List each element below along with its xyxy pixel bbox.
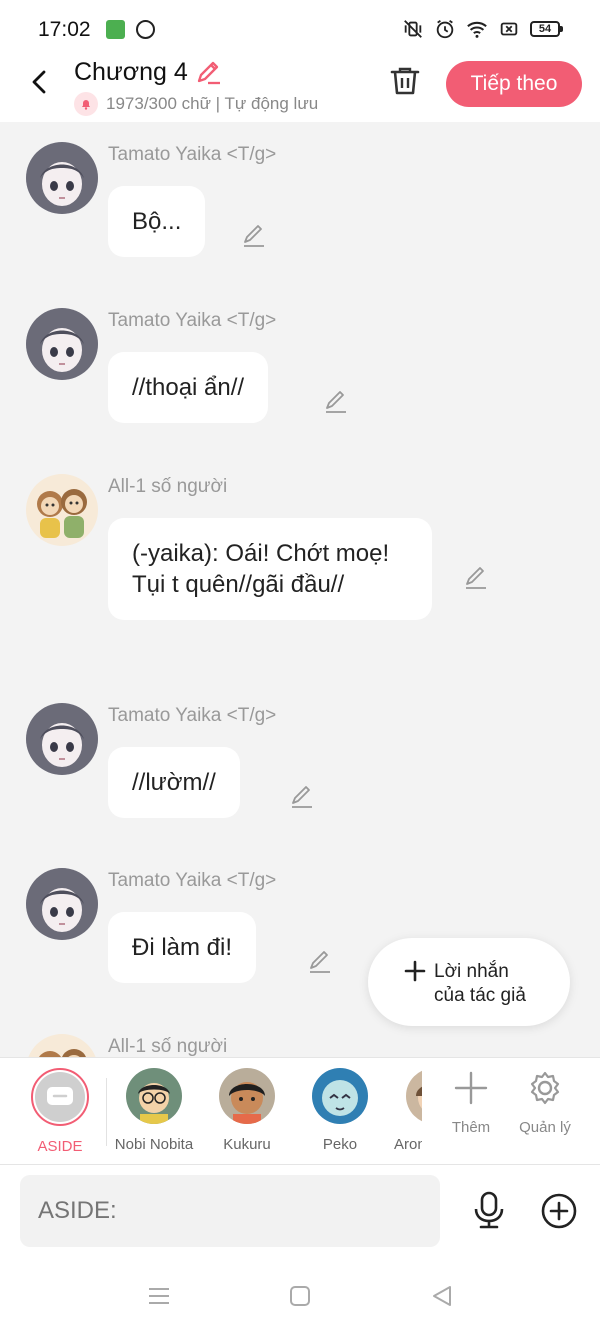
avatar[interactable] — [26, 474, 98, 546]
back-icon[interactable] — [26, 68, 54, 96]
edit-icon[interactable] — [241, 222, 267, 248]
sender-name: Tamato Yaika <T/g> — [108, 144, 277, 165]
message-bubble[interactable]: //thoại ẩn// — [108, 352, 269, 423]
alarm-icon — [436, 19, 454, 39]
manage-button[interactable]: Quản lý — [510, 1070, 580, 1136]
menu-icon[interactable] — [146, 1283, 172, 1309]
home-icon[interactable] — [287, 1283, 313, 1309]
character-label: ASIDE — [37, 1138, 83, 1155]
trash-icon[interactable] — [388, 64, 422, 98]
sender-name: Tamato Yaika <T/g> — [108, 870, 277, 891]
next-button[interactable]: Tiếp theo — [446, 61, 582, 107]
gear-icon — [530, 1071, 560, 1105]
chat-bubble-icon — [47, 1087, 73, 1105]
input-bar — [0, 1165, 600, 1257]
character-nobi-nobita[interactable]: Nobi Nobita — [112, 1068, 196, 1153]
character-label: Peko — [322, 1136, 358, 1153]
microphone-icon[interactable] — [472, 1191, 506, 1229]
author-note-label: Lời nhắn của tác giả — [434, 961, 526, 1006]
chapter-subtitle: 1973/300 chữ | Tự động lưu — [74, 92, 318, 116]
message-bubble[interactable]: Đi làm đi! — [108, 912, 257, 983]
add-character-button[interactable]: Thêm — [436, 1070, 506, 1136]
avatar — [406, 1068, 422, 1124]
manage-label: Quản lý — [519, 1119, 571, 1136]
character-aron[interactable]: Aron — [378, 1068, 422, 1153]
message-input[interactable] — [20, 1175, 440, 1247]
edit-title-icon[interactable] — [194, 58, 222, 86]
vibrate-icon — [404, 20, 422, 38]
avatar[interactable] — [26, 142, 98, 214]
character-label: Aron — [394, 1136, 422, 1153]
header: Chương 4 1973/300 chữ | Tự động lưu Tiếp… — [0, 58, 600, 122]
status-time: 17:02 — [38, 18, 91, 41]
divider — [106, 1078, 107, 1146]
character-kukuru[interactable]: Kukuru — [205, 1068, 289, 1153]
bell-icon — [74, 92, 98, 116]
plus-icon — [454, 1071, 488, 1105]
sender-name: All-1 số người — [108, 476, 228, 497]
sender-name: Tamato Yaika <T/g> — [108, 705, 277, 726]
word-count-status: 1973/300 chữ | Tự động lưu — [106, 94, 319, 113]
message-bubble[interactable]: Bộ... — [108, 186, 206, 257]
character-label: Kukuru — [223, 1136, 271, 1153]
avatar[interactable] — [26, 308, 98, 380]
edit-icon[interactable] — [463, 564, 489, 590]
avatar — [126, 1068, 182, 1124]
author-note-button[interactable]: Lời nhắn của tác giả — [368, 938, 570, 1026]
avatar — [312, 1068, 368, 1124]
character-peko[interactable]: Peko — [298, 1068, 382, 1153]
character-label: Nobi Nobita — [114, 1136, 194, 1153]
character-aside[interactable]: ASIDE — [18, 1068, 102, 1155]
pinterest-icon — [136, 20, 155, 39]
character-bar: ASIDE Nobi Nobita Kukuru Peko Aron Thêm … — [0, 1057, 600, 1165]
sender-name: All-1 số người — [108, 1036, 228, 1057]
edit-icon[interactable] — [323, 388, 349, 414]
avatar[interactable] — [26, 703, 98, 775]
back-nav-icon[interactable] — [429, 1283, 455, 1309]
message-bubble[interactable]: //lườm// — [108, 747, 240, 818]
plus-icon — [404, 960, 426, 982]
chapter-title: Chương 4 — [74, 58, 188, 86]
wifi-icon — [467, 21, 487, 38]
avatar — [219, 1068, 275, 1124]
navigation-bar — [0, 1257, 600, 1333]
aside-avatar — [31, 1068, 89, 1126]
edit-icon[interactable] — [307, 948, 333, 974]
chat-area[interactable]: Tamato Yaika <T/g> Bộ... Tamato Yaika <T… — [0, 122, 600, 1057]
add-label: Thêm — [451, 1119, 491, 1136]
edit-icon[interactable] — [289, 783, 315, 809]
sender-name: Tamato Yaika <T/g> — [108, 310, 277, 331]
sim-icon — [500, 22, 518, 36]
avatar[interactable] — [26, 1034, 98, 1057]
battery-icon: 54 — [530, 21, 563, 37]
status-bar: 17:02 54 — [0, 0, 600, 58]
app-notification-icon — [106, 20, 125, 39]
message-bubble[interactable]: (-yaika): Oái! Chớt moẹ! Tụi t quên//gãi… — [108, 518, 432, 620]
add-circle-icon[interactable] — [540, 1192, 578, 1230]
avatar[interactable] — [26, 868, 98, 940]
